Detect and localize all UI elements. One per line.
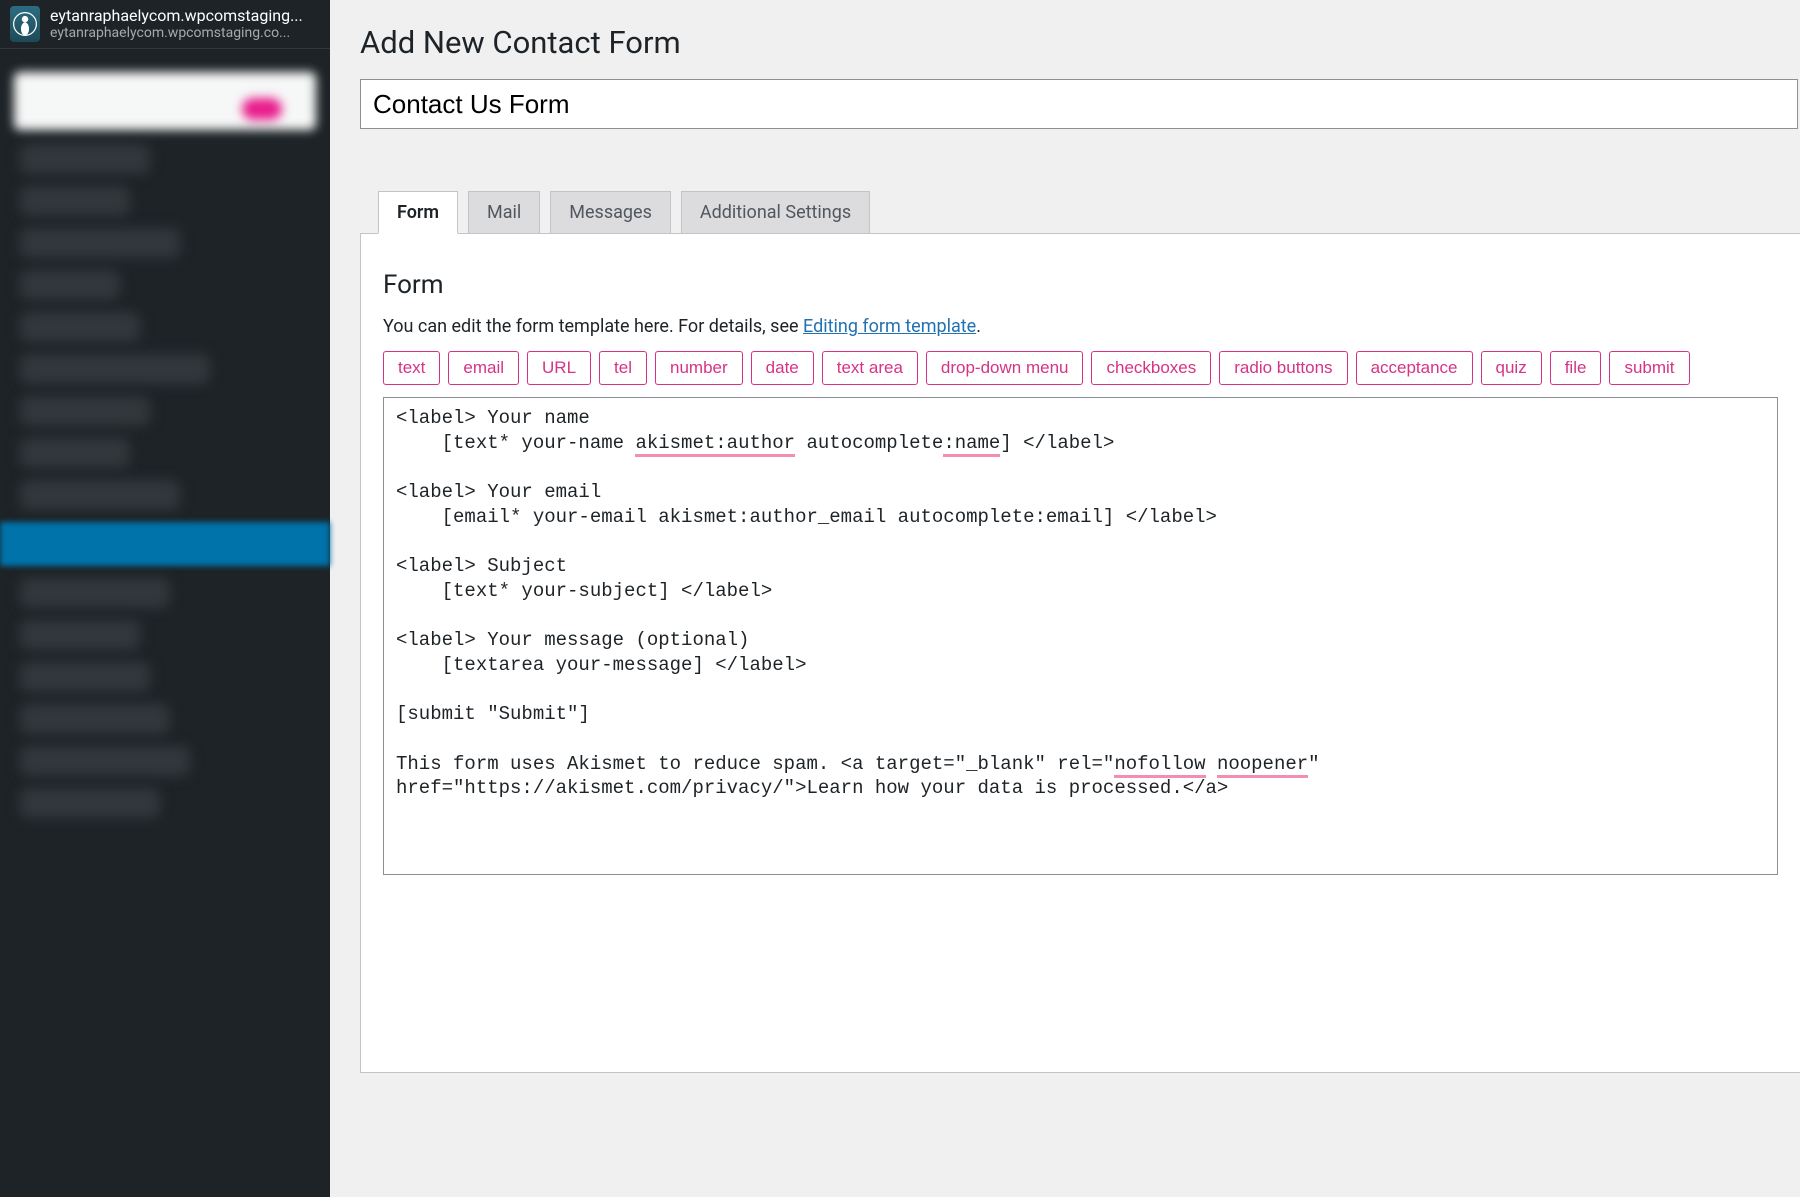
help-text: You can edit the form template here. For… [383,316,1778,337]
section-heading: Form [383,270,1778,300]
form-panel: Form You can edit the form template here… [360,233,1800,1073]
tabs-nav: Form Mail Messages Additional Settings [378,191,1800,233]
tab-additional-settings[interactable]: Additional Settings [681,191,870,233]
tag-generator-row: text email URL tel number date text area… [383,351,1778,385]
form-title-input[interactable] [360,79,1798,129]
tag-date-button[interactable]: date [751,351,814,385]
panel-container: Form Mail Messages Additional Settings F… [360,191,1800,1073]
tag-url-button[interactable]: URL [527,351,591,385]
tab-form[interactable]: Form [378,191,458,234]
tag-dropdown-button[interactable]: drop-down menu [926,351,1084,385]
tag-quiz-button[interactable]: quiz [1481,351,1542,385]
tag-file-button[interactable]: file [1550,351,1602,385]
site-info: eytanraphaelycom.wpcomstaging... eytanra… [50,7,320,41]
help-link[interactable]: Editing form template [803,316,976,337]
form-template-textarea[interactable]: <label> Your name [text* your-name akism… [383,397,1778,875]
tag-submit-button[interactable]: submit [1609,351,1689,385]
tag-textarea-button[interactable]: text area [822,351,918,385]
main-content: Add New Contact Form Form Mail Messages … [330,0,1800,1197]
help-suffix: . [976,316,981,337]
site-name: eytanraphaelycom.wpcomstaging... [50,7,320,25]
sidebar-menu-blurred [0,58,330,1197]
site-logo-icon [10,6,40,42]
tag-checkboxes-button[interactable]: checkboxes [1091,351,1211,385]
tag-tel-button[interactable]: tel [599,351,647,385]
tab-messages[interactable]: Messages [550,191,671,233]
tag-text-button[interactable]: text [383,351,440,385]
tag-email-button[interactable]: email [448,351,519,385]
admin-sidebar: eytanraphaelycom.wpcomstaging... eytanra… [0,0,330,1197]
page-title: Add New Contact Form [360,24,1800,61]
tag-radio-button[interactable]: radio buttons [1219,351,1347,385]
tag-number-button[interactable]: number [655,351,743,385]
site-url: eytanraphaelycom.wpcomstaging.co... [50,25,320,41]
help-prefix: You can edit the form template here. For… [383,316,803,337]
site-header[interactable]: eytanraphaelycom.wpcomstaging... eytanra… [0,0,330,49]
tag-acceptance-button[interactable]: acceptance [1356,351,1473,385]
tab-mail[interactable]: Mail [468,191,540,233]
